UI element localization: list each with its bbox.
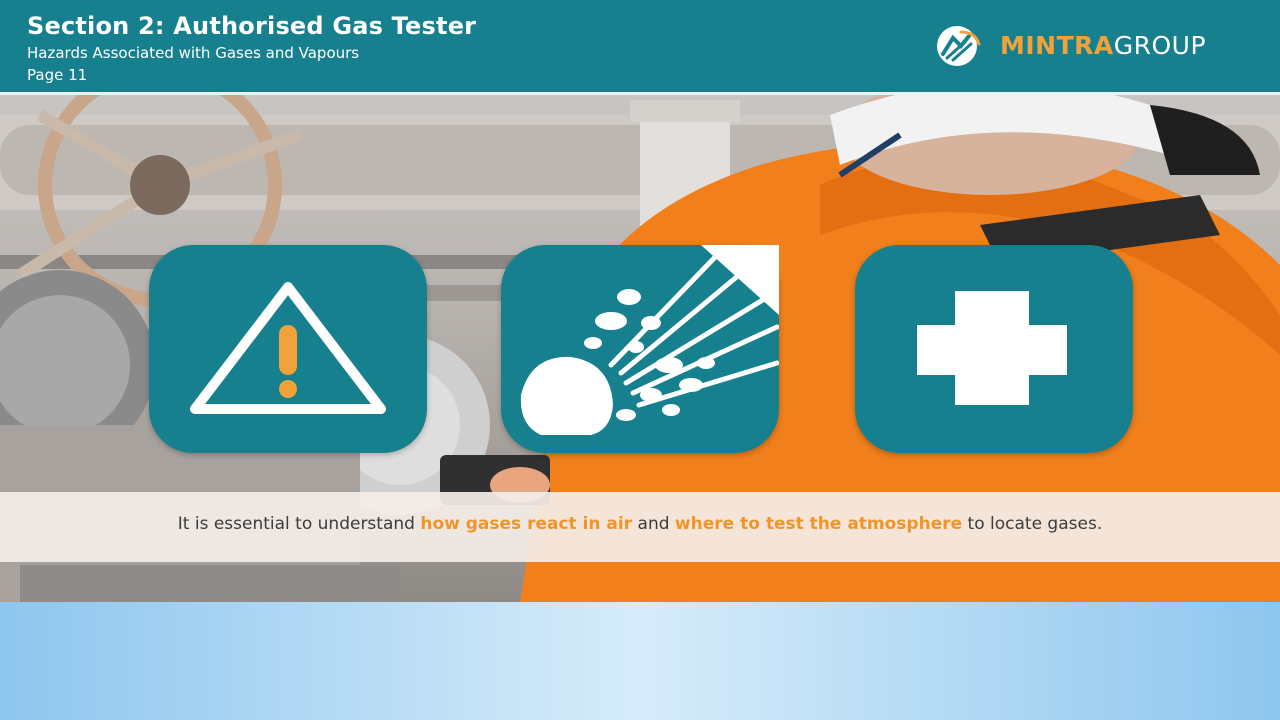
caption-bar: It is essential to understand how gases … — [0, 492, 1280, 562]
caption-part-1: It is essential to understand — [177, 514, 421, 534]
caption-text: It is essential to understand how gases … — [0, 514, 1280, 534]
mintra-logo-icon — [937, 26, 981, 66]
hazard-tile-warning — [149, 245, 427, 453]
explosion-icon — [520, 245, 779, 435]
caption-highlight-test: where to test the atmosphere — [674, 514, 963, 534]
hazard-tile-explosion — [501, 245, 779, 453]
first-aid-cross-icon — [917, 291, 1067, 405]
page-number: Page 11 — [27, 66, 88, 84]
logo-text-mintra: MINTRA — [1000, 31, 1114, 60]
section-subtitle: Hazards Associated with Gases and Vapour… — [27, 44, 360, 62]
caption-part-2: and — [632, 514, 675, 534]
hazard-tile-first-aid — [855, 245, 1133, 453]
mintra-logo-text: MINTRAGROUP — [1000, 31, 1206, 60]
background-photo: It is essential to understand how gases … — [0, 95, 1280, 602]
warning-triangle-icon — [190, 282, 386, 414]
section-title: Section 2: Authorised Gas Tester — [27, 12, 477, 40]
logo-text-group: GROUP — [1113, 31, 1207, 60]
caption-part-3: to locate gases. — [962, 514, 1103, 534]
caption-highlight-react: how gases react in air — [420, 514, 633, 534]
bottom-background — [0, 602, 1280, 720]
slide-header: Section 2: Authorised Gas Tester Hazards… — [0, 0, 1280, 92]
